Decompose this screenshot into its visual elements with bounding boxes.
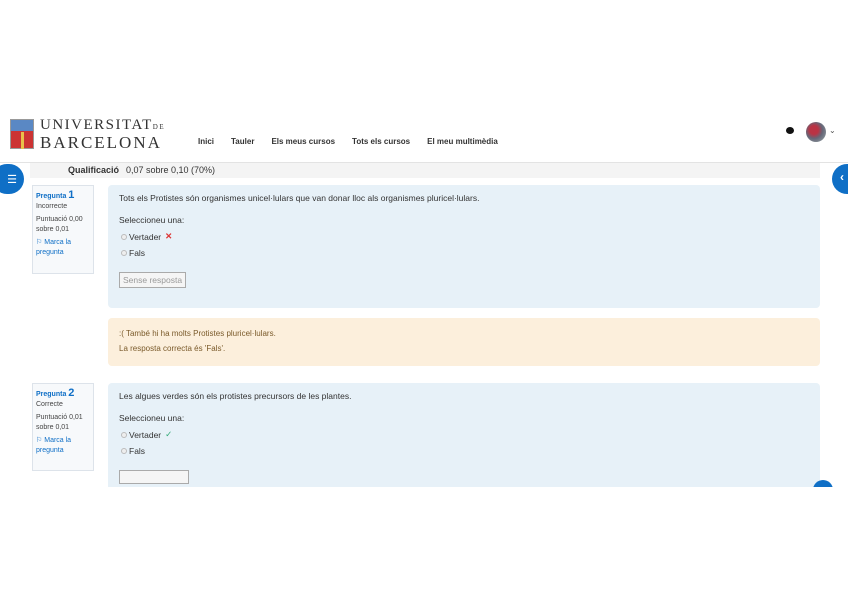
question-number: 2 bbox=[68, 387, 75, 399]
flag-question-link[interactable]: ⚐ Marca la pregunta bbox=[36, 238, 90, 258]
main-nav: Inici Tauler Els meus cursos Tots els cu… bbox=[198, 137, 515, 146]
clear-answer-button[interactable]: Sense resposta bbox=[119, 272, 187, 288]
question-text: Tots els Protistes són organismes unicel… bbox=[119, 193, 480, 203]
university-logo[interactable]: UNIVERSITATDE BARCELONA bbox=[10, 117, 166, 152]
nav-inici[interactable]: Inici bbox=[198, 137, 214, 146]
question-2-info: Pregunta 2 Correcte Puntuació 0,01 sobre… bbox=[32, 383, 94, 471]
flag-question-link[interactable]: ⚐ Marca la pregunta bbox=[36, 436, 90, 456]
flag-icon: ⚐ bbox=[36, 239, 45, 246]
grade-value: 0,07 sobre 0,10 (70%) bbox=[126, 165, 216, 175]
nav-multimedia[interactable]: El meu multimèdia bbox=[427, 137, 498, 146]
option-label: Fals bbox=[129, 446, 146, 456]
question-number: 1 bbox=[68, 189, 75, 201]
incorrect-icon: ✕ bbox=[165, 231, 173, 241]
question-score: Puntuació 0,00 sobre 0,01 bbox=[36, 216, 83, 233]
question-text: Les algues verdes són els protistes prec… bbox=[119, 391, 352, 401]
question-state: Incorrecte bbox=[36, 203, 68, 210]
question-state: Correcte bbox=[36, 401, 63, 408]
answer-prompt: Seleccioneu una: bbox=[119, 215, 185, 225]
help-button[interactable] bbox=[813, 480, 833, 487]
logo-line1: UNIVERSITAT bbox=[40, 117, 153, 133]
radio-icon[interactable] bbox=[121, 448, 127, 454]
grade-summary: Qualificació 0,07 sobre 0,10 (70%) bbox=[30, 163, 820, 178]
logo-line2: BARCELONA bbox=[40, 133, 162, 152]
block-drawer-toggle[interactable]: ‹ bbox=[832, 164, 848, 194]
nav-all-courses[interactable]: Tots els cursos bbox=[352, 137, 410, 146]
question-1-feedback: :( També hi ha molts Protistes pluricel·… bbox=[108, 318, 820, 366]
question-label: Pregunta bbox=[36, 391, 67, 398]
question-score: Puntuació 0,01 sobre 0,01 bbox=[36, 414, 83, 431]
logo-shield-icon bbox=[10, 119, 34, 149]
correct-icon: ✓ bbox=[165, 429, 173, 439]
site-header: UNIVERSITATDE BARCELONA Inici Tauler Els… bbox=[0, 110, 848, 163]
nav-tauler[interactable]: Tauler bbox=[231, 137, 254, 146]
correct-answer-text: La resposta correcta és 'Fals'. bbox=[119, 344, 226, 353]
clear-answer-button[interactable] bbox=[119, 470, 189, 484]
list-icon: ☰ bbox=[7, 173, 17, 186]
radio-icon[interactable] bbox=[121, 233, 127, 240]
chevron-left-icon: ‹ bbox=[840, 170, 844, 184]
option-fals[interactable]: Fals bbox=[121, 248, 809, 258]
question-1-info: Pregunta 1 Incorrecte Puntuació 0,00 sob… bbox=[32, 185, 94, 274]
option-vertader[interactable]: Vertader ✕ bbox=[121, 231, 809, 242]
option-fals[interactable]: Fals bbox=[121, 446, 809, 456]
question-label: Pregunta bbox=[36, 193, 67, 200]
messages-icon[interactable] bbox=[786, 127, 794, 134]
question-1-content: Tots els Protistes són organismes unicel… bbox=[108, 185, 820, 308]
feedback-text: :( També hi ha molts Protistes pluricel·… bbox=[119, 329, 276, 338]
grade-label: Qualificació bbox=[68, 165, 120, 175]
course-index-toggle[interactable]: ☰ bbox=[0, 164, 24, 194]
option-vertader[interactable]: Vertader ✓ bbox=[121, 429, 809, 440]
radio-icon[interactable] bbox=[121, 431, 127, 438]
user-avatar[interactable] bbox=[806, 122, 826, 142]
question-2-content: Les algues verdes són els protistes prec… bbox=[108, 383, 820, 487]
logo-de: DE bbox=[152, 123, 166, 131]
option-label: Vertader bbox=[129, 429, 162, 440]
radio-icon[interactable] bbox=[121, 250, 127, 256]
flag-icon: ⚐ bbox=[36, 437, 45, 444]
answer-prompt: Seleccioneu una: bbox=[119, 413, 185, 423]
nav-my-courses[interactable]: Els meus cursos bbox=[271, 137, 335, 146]
option-label: Fals bbox=[129, 248, 146, 258]
option-label: Vertader bbox=[129, 231, 162, 242]
chevron-down-icon[interactable]: ⌄ bbox=[829, 126, 836, 135]
